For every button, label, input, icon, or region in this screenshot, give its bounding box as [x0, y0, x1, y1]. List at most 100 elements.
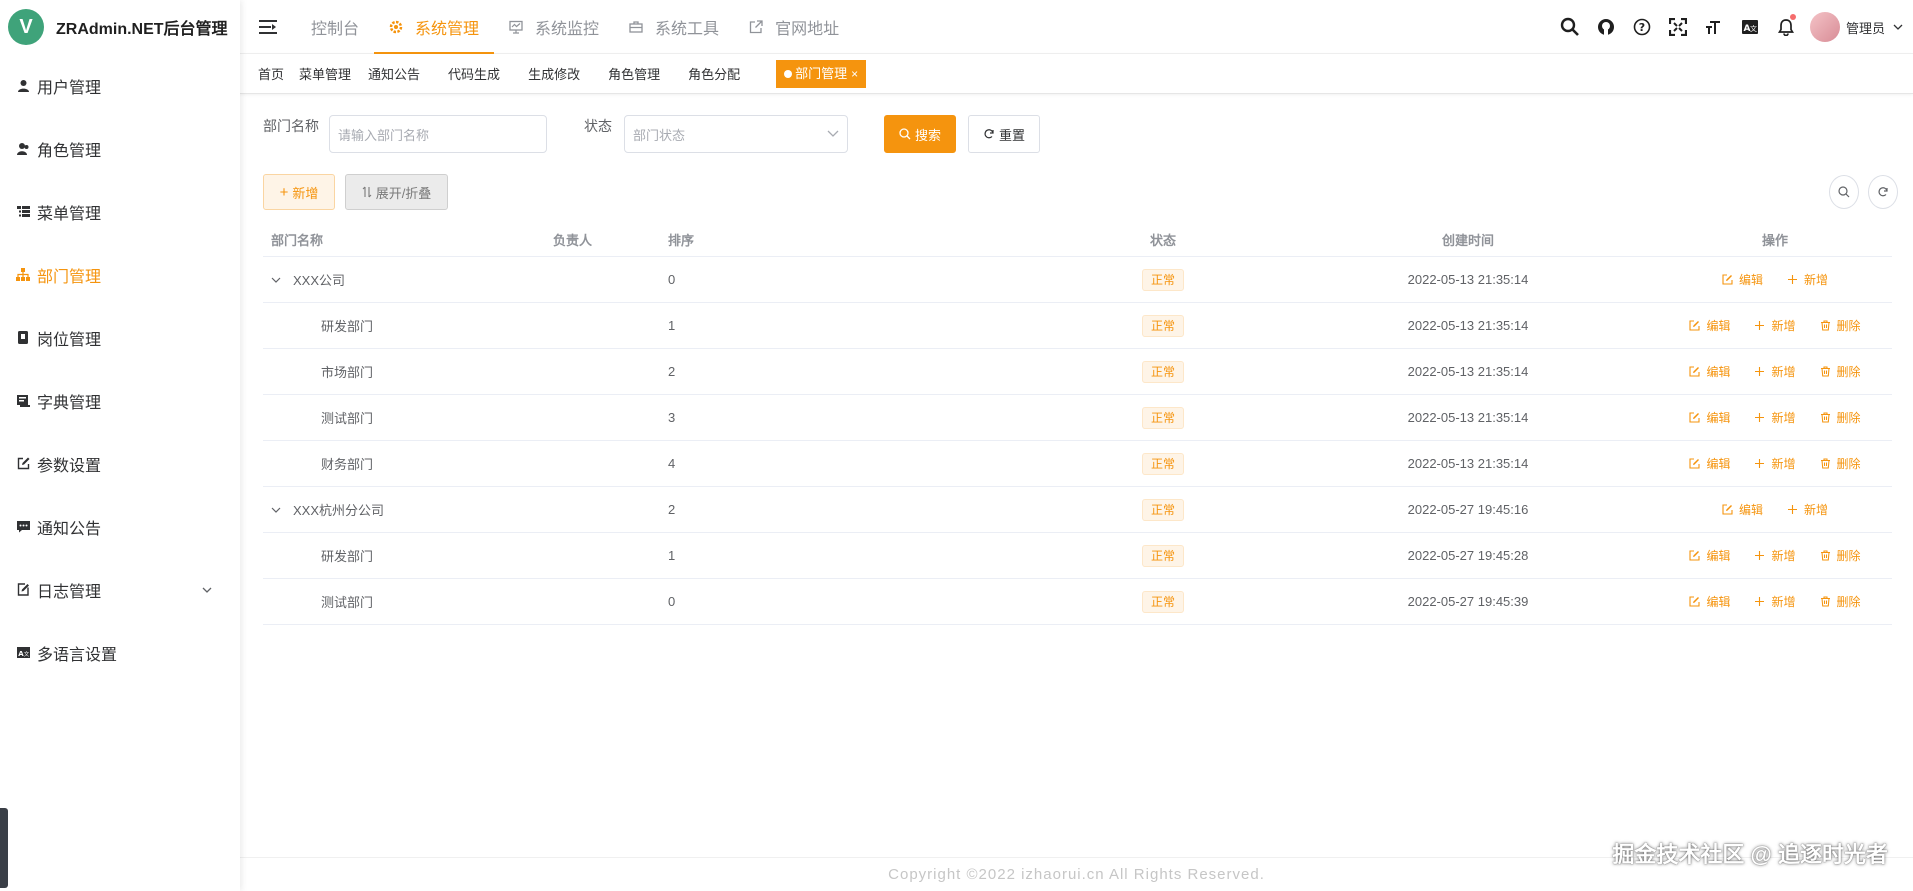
add-button[interactable]: + 新增	[263, 174, 335, 210]
chevron-down-icon[interactable]	[271, 507, 285, 513]
edit-icon	[1689, 412, 1703, 423]
sidebar-item-2[interactable]: 菜单管理	[0, 180, 240, 243]
cell-sort: 2	[668, 502, 676, 517]
sidebar-item-label: 参数设置	[37, 457, 102, 475]
close-icon[interactable]: ×	[851, 60, 858, 88]
sidebar-item-1[interactable]: 角色管理	[0, 117, 240, 180]
tag-item[interactable]: 生成修改	[528, 64, 608, 83]
fullscreen-icon[interactable]	[1660, 0, 1696, 54]
delete-button[interactable]: 删除	[1820, 547, 1861, 564]
add-child-button[interactable]: 新增	[1754, 409, 1796, 426]
edit-icon	[1689, 550, 1703, 561]
language-icon[interactable]: A文	[1732, 0, 1768, 54]
svg-text:?: ?	[1639, 21, 1645, 34]
add-child-button[interactable]: 新增	[1754, 363, 1796, 380]
status-select[interactable]: 部门状态	[624, 115, 848, 153]
tag-item-active[interactable]: 部门管理 ×	[776, 59, 867, 88]
add-child-button[interactable]: 新增	[1787, 271, 1828, 288]
sidebar-item-label: 用户管理	[37, 79, 102, 97]
refresh-button[interactable]	[1868, 175, 1898, 209]
edit-icon	[1722, 504, 1736, 515]
edit-label: 编辑	[1706, 319, 1731, 333]
tree-table-icon	[15, 204, 31, 220]
add-child-button[interactable]: 新增	[1754, 317, 1796, 334]
top-tab-0[interactable]: 控制台	[296, 0, 374, 54]
plus-icon	[1754, 458, 1768, 469]
github-icon[interactable]	[1588, 0, 1624, 54]
font-size-icon[interactable]	[1696, 0, 1732, 54]
sidebar-resize-handle[interactable]	[0, 808, 8, 888]
cell-created: 2022-05-13 21:35:14	[1407, 272, 1529, 287]
table-toolbar: + 新增 展开/折叠	[263, 174, 448, 210]
add-child-button[interactable]: 新增	[1754, 455, 1796, 472]
username[interactable]: 管理员	[1846, 18, 1885, 37]
sidebar-item-5[interactable]: 字典管理	[0, 369, 240, 432]
notification-bell-icon[interactable]	[1768, 0, 1804, 54]
search-button[interactable]: 搜索	[884, 115, 956, 153]
tag-item[interactable]: 通知公告	[368, 64, 448, 83]
top-tab-4[interactable]: 官网地址	[734, 0, 854, 54]
tag-item[interactable]: 菜单管理	[299, 64, 368, 83]
expand-collapse-button[interactable]: 展开/折叠	[345, 174, 448, 210]
delete-button[interactable]: 删除	[1820, 317, 1861, 334]
cell-sort: 0	[668, 594, 676, 609]
edit-button[interactable]: 编辑	[1689, 593, 1730, 610]
sidebar-item-0[interactable]: 用户管理	[0, 54, 240, 117]
dept-name: 测试部门	[321, 411, 374, 426]
tag-item[interactable]: 首页	[258, 64, 299, 83]
sidebar-item-8[interactable]: 日志管理	[0, 558, 240, 621]
edit-label: 编辑	[1738, 503, 1763, 517]
chevron-down-icon[interactable]	[1893, 24, 1903, 30]
edit-button[interactable]: 编辑	[1722, 501, 1763, 518]
logo[interactable]: V ZRAdmin.NET后台管理	[0, 0, 240, 54]
sidebar-item-label: 字典管理	[37, 394, 102, 412]
top-tab-1[interactable]: 系统管理	[374, 0, 495, 54]
add-child-button[interactable]: 新增	[1787, 501, 1828, 518]
help-icon[interactable]: ?	[1624, 0, 1660, 54]
toggle-search-button[interactable]	[1829, 175, 1859, 209]
edit-button[interactable]: 编辑	[1689, 455, 1730, 472]
delete-button[interactable]: 删除	[1820, 409, 1861, 426]
delete-button[interactable]: 删除	[1820, 363, 1861, 380]
add-label: 新增	[1771, 411, 1796, 425]
add-child-button[interactable]: 新增	[1754, 547, 1796, 564]
top-tab-label: 系统管理	[415, 20, 480, 38]
dept-name: XXX公司	[293, 273, 346, 288]
tag-item[interactable]: 代码生成	[448, 64, 528, 83]
delete-button[interactable]: 删除	[1820, 455, 1861, 472]
edit-button[interactable]: 编辑	[1689, 317, 1730, 334]
sidebar-item-label: 菜单管理	[37, 205, 102, 223]
reset-button[interactable]: 重置	[968, 115, 1040, 153]
tag-item[interactable]: 角色管理	[608, 64, 688, 83]
avatar[interactable]	[1809, 12, 1840, 42]
sidebar-item-9[interactable]: A 文多语言设置	[0, 621, 240, 684]
sidebar-menu: 用户管理角色管理菜单管理部门管理 岗位管理字典管理参数设置通知公告日志管理 A 文多语…	[0, 54, 240, 684]
hamburger-icon[interactable]	[240, 0, 296, 54]
cell-actions: 编辑 新增 删除	[1658, 547, 1892, 564]
edit-button[interactable]: 编辑	[1689, 547, 1730, 564]
edit-button[interactable]: 编辑	[1689, 363, 1730, 380]
sidebar-item-7[interactable]: 通知公告	[0, 495, 240, 558]
delete-button[interactable]: 删除	[1820, 593, 1861, 610]
sidebar-item-3[interactable]: 部门管理	[0, 243, 240, 306]
cell-dept-name: 研发部门	[263, 546, 553, 565]
edit-button[interactable]: 编辑	[1722, 271, 1763, 288]
top-tab-2[interactable]: 系统监控	[494, 0, 614, 54]
top-tab-label: 系统工具	[655, 20, 720, 38]
refresh-icon	[983, 128, 995, 140]
sidebar-item-6[interactable]: 参数设置	[0, 432, 240, 495]
sidebar: V ZRAdmin.NET后台管理 用户管理角色管理菜单管理部门管理 岗位管理字典…	[0, 0, 240, 891]
sidebar-item-label: 通知公告	[37, 520, 102, 538]
sidebar-item-4[interactable]: 岗位管理	[0, 306, 240, 369]
table-row: 研发部门 1 正常 2022-05-27 19:45:28 编辑 新增 删除	[263, 533, 1892, 579]
top-tab-3[interactable]: 系统工具	[614, 0, 734, 54]
status-badge: 正常	[1141, 268, 1184, 291]
dept-name-input[interactable]: 请输入部门名称	[329, 115, 547, 153]
tag-item[interactable]: 角色分配	[688, 64, 768, 83]
search-icon[interactable]	[1552, 0, 1588, 54]
add-child-button[interactable]: 新增	[1754, 593, 1796, 610]
add-label: 新增	[1771, 365, 1796, 379]
edit-button[interactable]: 编辑	[1689, 409, 1730, 426]
edit-icon	[1689, 458, 1703, 469]
chevron-down-icon[interactable]	[271, 277, 285, 283]
